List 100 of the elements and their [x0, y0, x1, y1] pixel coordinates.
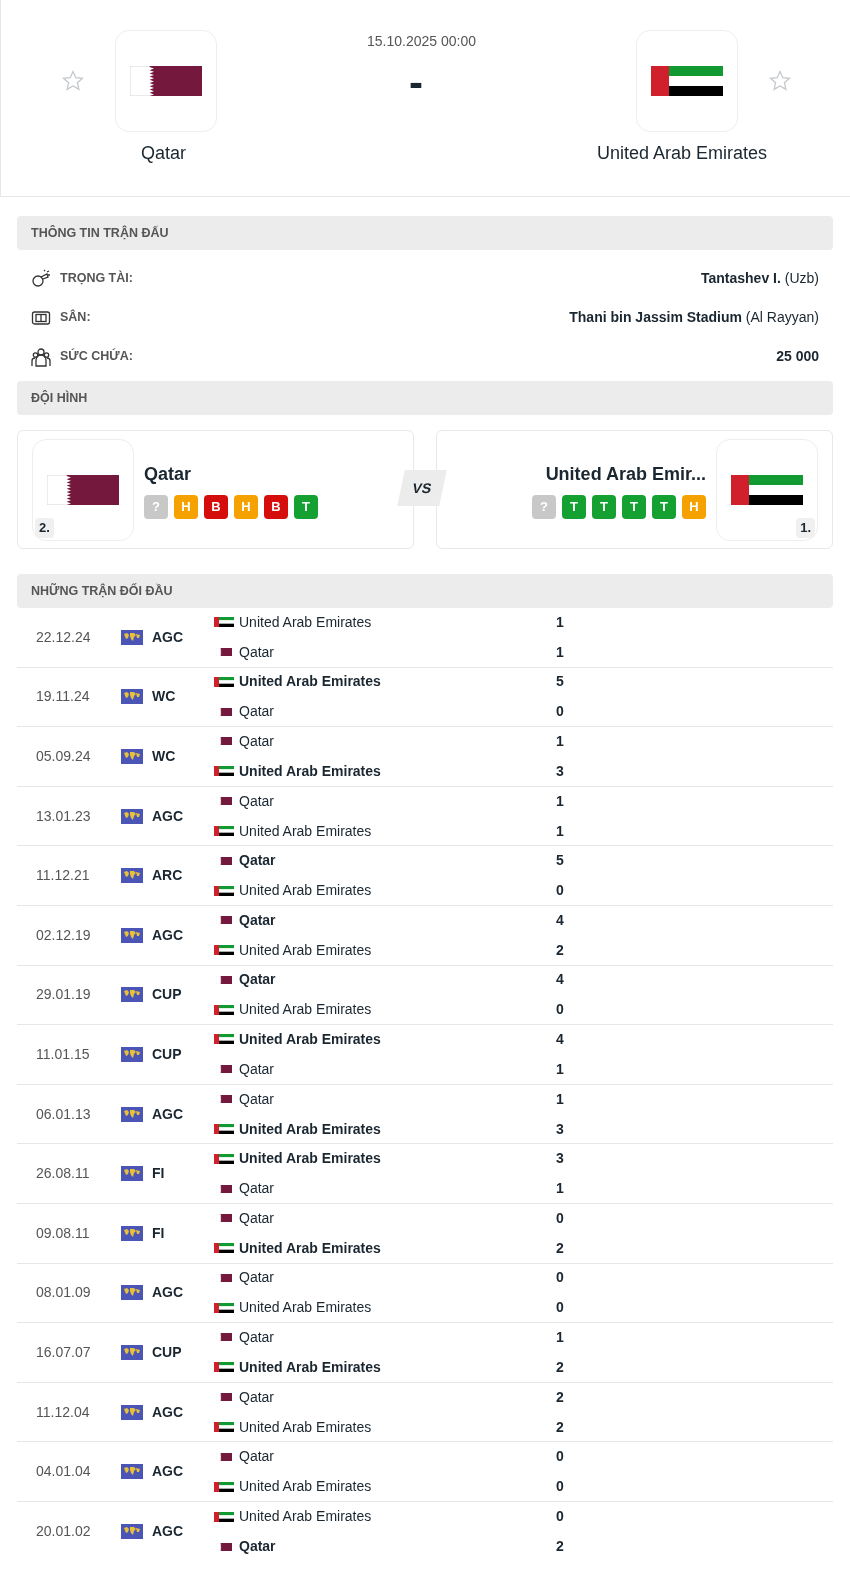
match-date: 09.08.11	[35, 1223, 91, 1243]
team-name: Qatar	[239, 1268, 274, 1288]
team-score: 0	[556, 1507, 565, 1527]
team-score: 4	[556, 1029, 565, 1049]
team-score: 0	[556, 1208, 565, 1228]
team-name: United Arab Emirates	[239, 672, 381, 692]
competition-code: WC	[152, 747, 177, 766]
match-date: 29.01.19	[35, 985, 92, 1005]
competition-code: FI	[152, 1223, 166, 1243]
team-name: Qatar	[239, 642, 274, 662]
world-map-icon	[121, 749, 143, 764]
match-date: 05.09.24	[35, 747, 92, 766]
form-badge: T	[592, 494, 616, 519]
team-name: Qatar	[239, 851, 276, 871]
competition-code: FI	[152, 1164, 166, 1184]
world-map-icon	[121, 1225, 143, 1241]
rank-badge: 2.	[35, 518, 54, 538]
vs-badge: VS	[397, 470, 447, 506]
match-row[interactable]: 22.12.24 AGC United Arab Emirates 1 Qatar 1	[17, 608, 833, 668]
star-icon[interactable]	[61, 69, 85, 93]
form-badge: T	[622, 494, 646, 519]
whistle-icon	[31, 268, 51, 289]
people-icon	[31, 346, 51, 367]
competition-code: CUP	[152, 1342, 183, 1362]
match-row[interactable]: 11.12.21 ARC Qatar 5 United Arab Emirates 0	[17, 846, 833, 906]
match-row[interactable]: 06.01.13 AGC Qatar 1 United Arab Emirates 3	[17, 1084, 833, 1145]
competition-code: AGC	[152, 1283, 185, 1303]
team-name: Qatar	[239, 1537, 276, 1557]
competition-code: CUP	[152, 1044, 183, 1064]
match-date: 02.12.19	[35, 925, 92, 945]
match-row[interactable]: 11.12.04 AGC Qatar 2 United Arab Emirates 2	[17, 1382, 833, 1443]
team-name: United Arab Emirates	[239, 612, 372, 632]
form-badge: T	[294, 494, 318, 519]
match-row[interactable]: 13.01.23 AGC Qatar 1 United Arab Emirates 1	[17, 786, 833, 847]
form-badge: H	[234, 494, 258, 519]
match-row[interactable]: 08.01.09 AGC Qatar 0 United Arab Emirates 0	[17, 1263, 833, 1324]
team-name: Qatar	[141, 142, 187, 165]
team-score: 3	[556, 1149, 565, 1169]
match-date: 19.11.24	[35, 687, 91, 707]
team-name: United Arab Emirates	[239, 1029, 381, 1049]
match-row[interactable]: 02.12.19 AGC Qatar 4 United Arab Emirates 2	[17, 905, 833, 966]
team-score: 2	[556, 940, 565, 960]
team-name: Qatar	[239, 1327, 274, 1347]
match-row[interactable]: 09.08.11 FI Qatar 0 United Arab Emirates 2	[17, 1203, 833, 1264]
match-datetime: 15.10.2025 00:00	[367, 32, 476, 51]
match-row[interactable]: 04.01.04 AGC Qatar 0 United Arab Emirates 0	[17, 1442, 833, 1502]
match-row[interactable]: 16.07.07 CUP Qatar 1 United Arab Emirates 2	[17, 1323, 833, 1383]
team-score: 0	[556, 1298, 565, 1318]
world-map-icon	[121, 1285, 143, 1301]
form-badge: B	[264, 494, 288, 519]
match-date: 22.12.24	[35, 627, 92, 647]
team-name: United Arab Emirates	[239, 1507, 372, 1527]
world-map-icon	[121, 868, 143, 884]
match-row[interactable]: 20.01.02 AGC United Arab Emirates 0 Qatar 2	[17, 1501, 833, 1562]
info-value: 25 000	[776, 347, 819, 366]
team-score: 1	[556, 732, 565, 751]
match-date: 26.08.11	[35, 1164, 91, 1184]
team-name: Qatar	[239, 702, 274, 722]
team-name: United Arab Emirates	[239, 1477, 372, 1497]
team-score: 0	[556, 1447, 565, 1467]
competition-code: ARC	[152, 866, 184, 886]
team-name: Qatar	[239, 732, 274, 751]
section-header: NHỮNG TRẬN ĐỐI ĐẦU	[17, 574, 833, 608]
world-map-icon	[121, 1524, 143, 1540]
team-name: Qatar	[239, 1179, 274, 1199]
team-score: 1	[556, 1059, 565, 1079]
match-row[interactable]: 19.11.24 WC United Arab Emirates 5 Qatar 0	[17, 667, 833, 728]
team-score: 3	[556, 1119, 565, 1139]
competition-code: AGC	[152, 1462, 185, 1482]
team-score: 0	[556, 1268, 565, 1288]
match-date: 11.01.15	[35, 1044, 91, 1064]
team-name: United Arab Emirates	[239, 881, 372, 901]
competition-code: CUP	[152, 985, 183, 1005]
team-name: Qatar	[144, 462, 192, 486]
match-row[interactable]: 05.09.24 WC Qatar 1 United Arab Emirates 3	[17, 727, 833, 787]
competition-code: AGC	[152, 1402, 185, 1422]
info-label: SỨC CHỨA:	[60, 347, 133, 366]
team-name: United Arab Emirates	[239, 762, 381, 781]
team-name: United Arab Emirates	[239, 821, 372, 841]
team-name: Qatar	[239, 970, 276, 990]
competition-code: AGC	[152, 806, 185, 826]
competition-code: AGC	[152, 925, 185, 945]
competition-code: AGC	[152, 627, 185, 647]
team-name: Qatar	[239, 1208, 274, 1228]
match-row[interactable]: 11.01.15 CUP United Arab Emirates 4 Qatar 1	[17, 1025, 833, 1085]
info-label: SÂN:	[60, 308, 91, 327]
form-badge: H	[682, 494, 706, 519]
world-map-icon	[121, 1404, 143, 1420]
team-score: 2	[556, 1537, 565, 1557]
team-name: United Arab Emirates	[239, 1119, 381, 1139]
form-badge: ?	[532, 494, 556, 519]
info-value: Thani bin Jassim Stadium (Al Rayyan)	[569, 308, 819, 327]
match-row[interactable]: 26.08.11 FI United Arab Emirates 3 Qatar 1	[17, 1144, 833, 1204]
match-date: 20.01.02	[35, 1522, 92, 1542]
match-row[interactable]: 29.01.19 CUP Qatar 4 United Arab Emirates 0	[17, 965, 833, 1026]
star-icon[interactable]	[768, 69, 792, 93]
team-score: 1	[556, 1327, 565, 1347]
team-name: United Arab Emirates	[239, 1149, 381, 1169]
form-badge: H	[174, 494, 198, 519]
team-name: United Arab Emirates	[239, 1357, 381, 1377]
